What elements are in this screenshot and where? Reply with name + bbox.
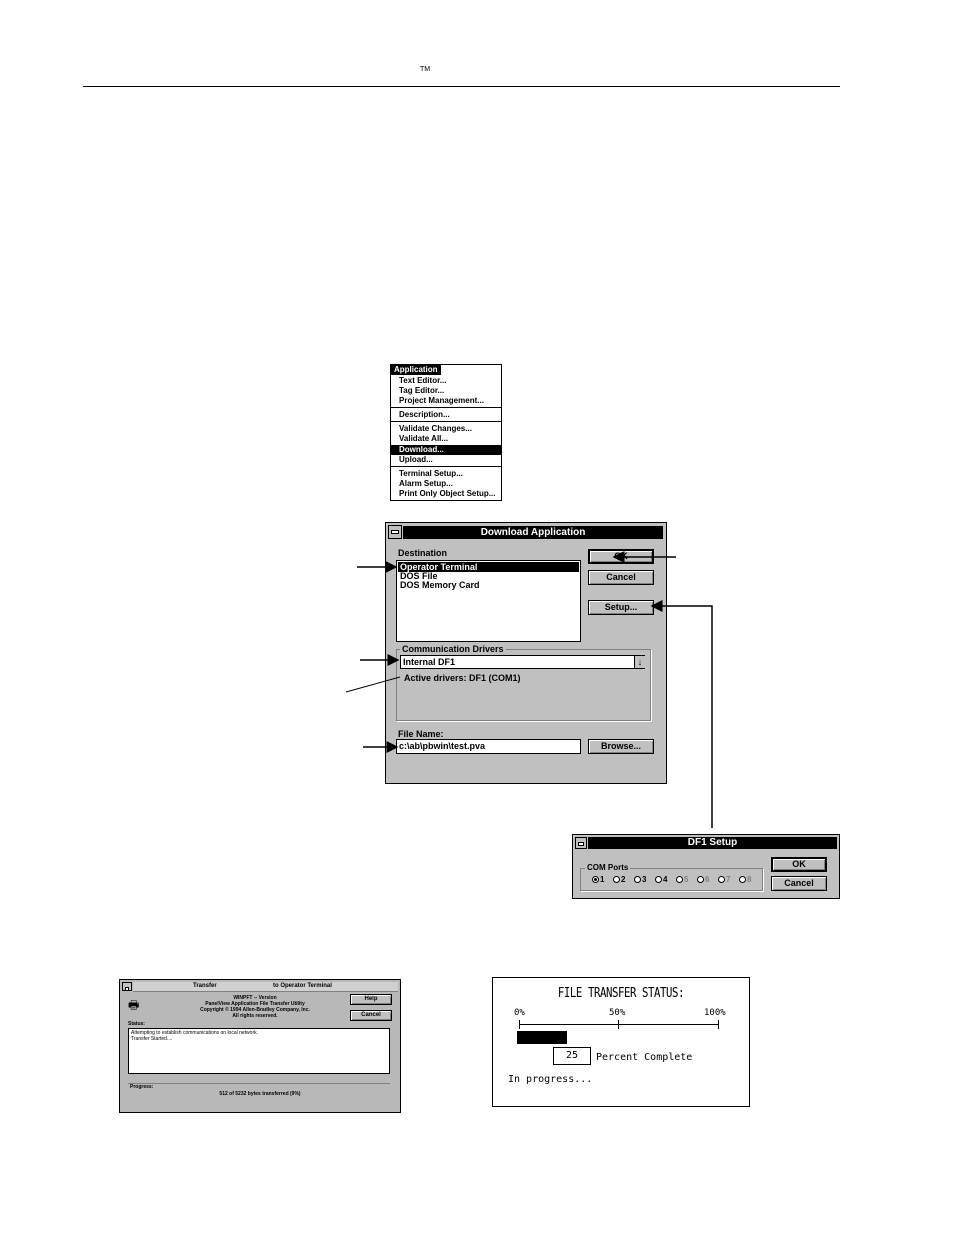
divider (128, 1083, 390, 1084)
radio-com-3[interactable] (634, 876, 641, 883)
dialog-title: DF1 Setup (588, 837, 837, 849)
arrow-setup (650, 600, 713, 828)
radio-com-8-label: 8 (747, 875, 752, 884)
radio-com-6-label: 6 (705, 875, 710, 884)
radio-com-3-label: 3 (642, 875, 647, 884)
help-button[interactable]: Help (350, 994, 392, 1005)
transfer-app-icon: 🖶 (128, 998, 140, 1012)
rights-line: All rights reserved. (232, 1013, 278, 1019)
radio-com-8[interactable] (739, 876, 746, 883)
radio-com-7[interactable] (718, 876, 725, 883)
progress-scale-line (519, 1024, 719, 1025)
percent-value-box: 25 (553, 1047, 591, 1065)
radio-com-4-label: 4 (663, 875, 668, 884)
com-ports-label: COM Ports (585, 863, 631, 872)
line-active-drivers (345, 676, 401, 693)
status-title: FILE TRANSFER STATUS: (557, 986, 685, 1001)
scale-tick-100 (718, 1020, 719, 1029)
radio-com-7-label: 7 (726, 875, 731, 884)
status-label: Status: (128, 1021, 145, 1027)
status-box: Attempting to establish communications o… (128, 1028, 390, 1074)
scale-tick-0 (519, 1020, 520, 1029)
progress-label: Progress: (130, 1084, 154, 1090)
system-menu-icon[interactable] (575, 837, 587, 849)
tick-label-0: 0% (514, 1008, 525, 1018)
cancel-button[interactable]: Cancel (771, 876, 827, 891)
radio-com-5-label: 5 (684, 875, 689, 884)
radio-com-2-label: 2 (621, 875, 626, 884)
terminal-status-screen: FILE TRANSFER STATUS: 0% 50% 100% 25 Per… (492, 977, 750, 1107)
tick-label-50: 50% (609, 1008, 626, 1018)
tick-label-100: 100% (704, 1008, 726, 1018)
title-right: to Operator Terminal (273, 983, 332, 989)
radio-com-4[interactable] (655, 876, 662, 883)
cancel-button[interactable]: Cancel (350, 1010, 392, 1021)
progress-text: 512 of 5232 bytes transferred (9%) (219, 1091, 301, 1097)
radio-com-2[interactable] (613, 876, 620, 883)
title-left: Transfer (193, 983, 217, 989)
radio-com-1-label: 1 (600, 875, 605, 884)
percent-complete-label: Percent Complete (596, 1052, 693, 1063)
status-line: Transfer Started.... (131, 1036, 173, 1042)
ok-button[interactable]: OK (771, 857, 827, 872)
system-menu-icon[interactable] (122, 982, 132, 991)
radio-com-5[interactable] (676, 876, 683, 883)
radio-com-6[interactable] (697, 876, 704, 883)
transfer-dialog: Transfer to Operator Terminal 🖶 WINPFT -… (119, 979, 401, 1113)
title-bar: Transfer to Operator Terminal (133, 982, 398, 992)
about-text: WINPFT -- Version PanelView Application … (160, 995, 350, 1019)
radio-com-1[interactable] (592, 876, 599, 883)
in-progress-text: In progress... (508, 1074, 593, 1085)
scale-tick-50 (618, 1020, 619, 1029)
df1-setup-dialog: DF1 Setup COM Ports 1 2 3 4 5 6 7 8 OK C… (572, 834, 840, 899)
progress-bar-fill (517, 1031, 567, 1044)
